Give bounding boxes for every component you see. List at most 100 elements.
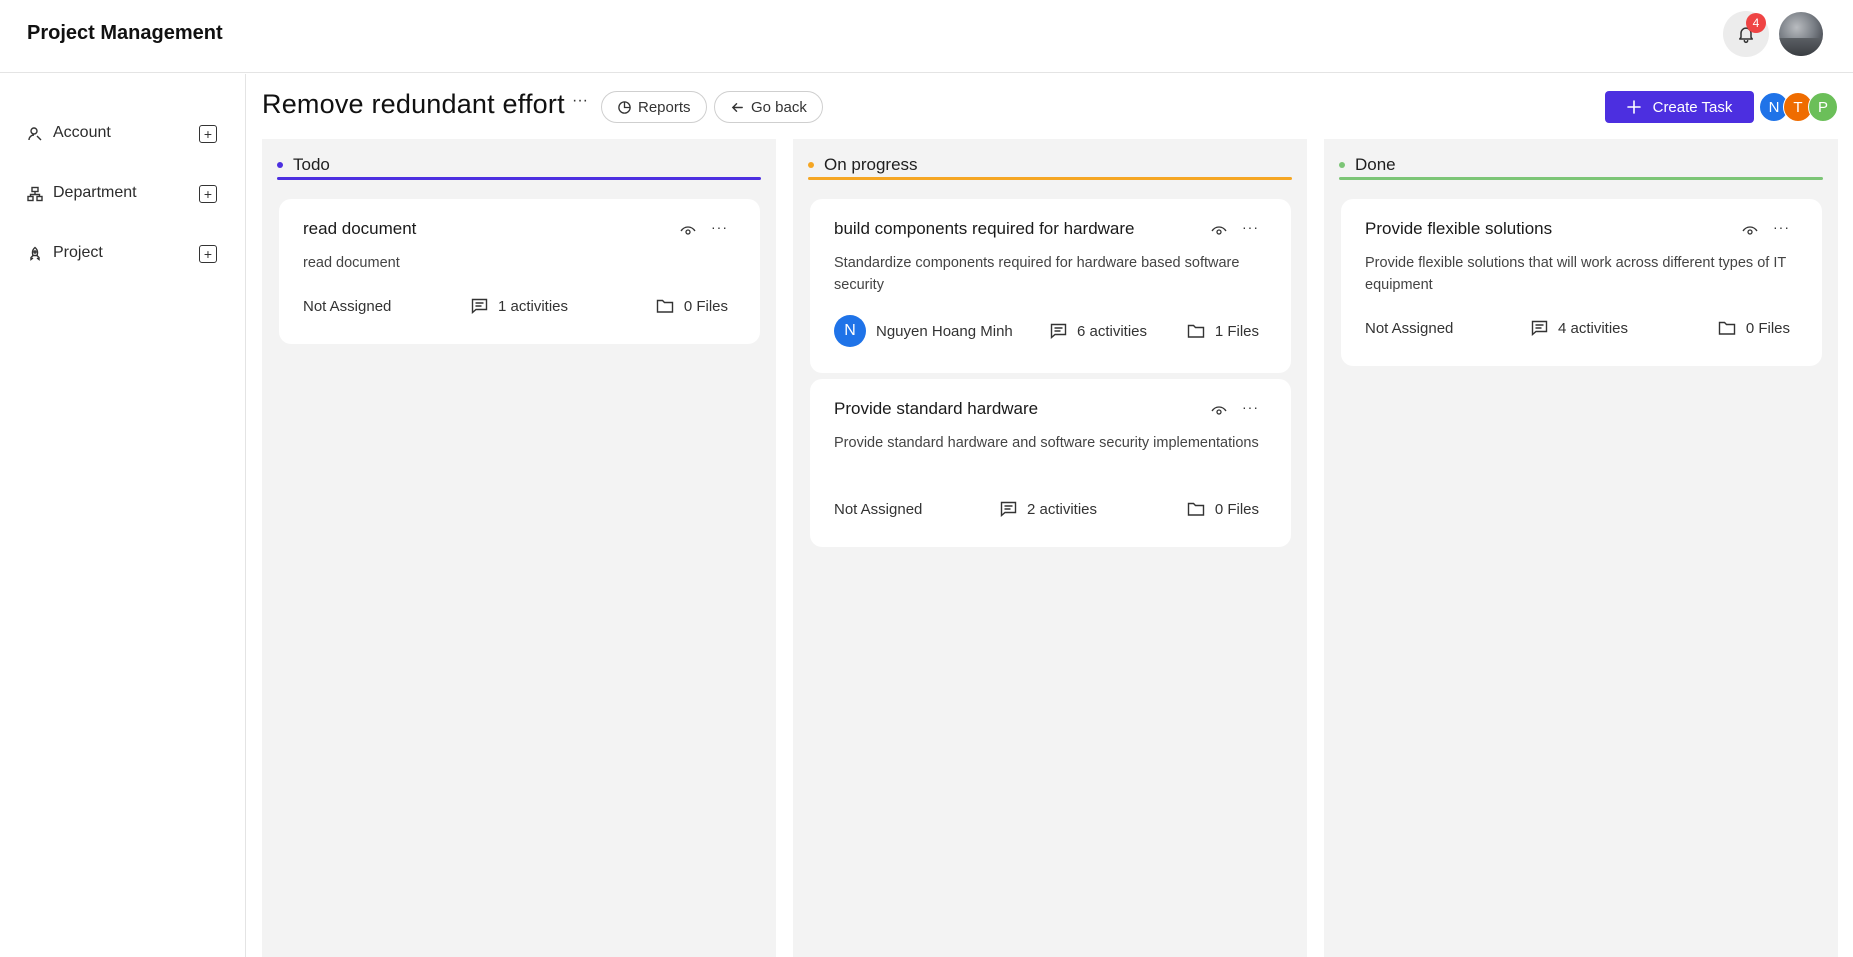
column-on-progress: On progress build components required fo…	[793, 139, 1307, 957]
files[interactable]: 0 Files	[656, 298, 728, 315]
assignee[interactable]: Not Assigned	[834, 501, 922, 518]
top-bar: Project Management 4	[0, 0, 1853, 73]
comment-icon	[1000, 501, 1017, 517]
sidebar-item-project[interactable]: Project +	[0, 234, 246, 274]
column-header: Todo	[277, 153, 330, 177]
folder-icon	[656, 299, 674, 313]
assignee[interactable]: N Nguyen Hoang Minh	[834, 315, 1013, 347]
activities[interactable]: 6 activities	[1050, 323, 1147, 340]
sidebar-item-label: Account	[53, 124, 111, 141]
sidebar-item-label: Project	[53, 244, 103, 261]
page-title: Remove redundant effort	[262, 89, 565, 119]
watch-icon[interactable]	[1211, 225, 1227, 237]
account-icon	[27, 126, 43, 142]
files-count: 1 Files	[1214, 322, 1259, 340]
column-title: On progress	[824, 155, 918, 174]
column-divider	[1339, 177, 1823, 180]
activities-count: 4 activities	[1558, 319, 1629, 337]
watch-icon[interactable]	[1742, 225, 1758, 237]
task-card[interactable]: Provide standard hardware ··· Provide st…	[810, 379, 1291, 547]
app-title: Project Management	[27, 22, 223, 44]
sidebar-item-department[interactable]: Department +	[0, 174, 246, 214]
add-account-button[interactable]: +	[199, 125, 217, 143]
sidebar-item-label: Department	[53, 184, 137, 201]
column-title: Todo	[293, 155, 330, 174]
assignee-name: Not Assigned	[1365, 319, 1454, 337]
task-description: Standardize components required for hard…	[834, 255, 1240, 293]
task-title: Provide standard hardware	[834, 399, 1039, 418]
column-dot	[1339, 162, 1345, 168]
column-dot	[808, 162, 814, 168]
task-footer: Not Assigned 1 activities 0 Files	[303, 294, 728, 318]
activities[interactable]: 1 activities	[471, 298, 568, 315]
task-footer: Not Assigned 2 activities 0 Files	[834, 497, 1259, 521]
comment-icon	[471, 298, 488, 314]
sidebar-item-account[interactable]: Account +	[0, 114, 246, 154]
files[interactable]: 0 Files	[1187, 501, 1259, 518]
column-todo: Todo read document ··· read document Not…	[262, 139, 776, 957]
column-divider	[277, 177, 761, 180]
assignee-name: Not Assigned	[834, 500, 923, 518]
files[interactable]: 0 Files	[1718, 320, 1790, 337]
column-divider	[808, 177, 1292, 180]
task-title: read document	[303, 219, 417, 238]
card-more-button[interactable]: ···	[711, 219, 728, 235]
add-project-button[interactable]: +	[199, 245, 217, 263]
folder-icon	[1187, 324, 1205, 338]
task-description: Provide standard hardware and software s…	[834, 435, 1259, 451]
task-footer: N Nguyen Hoang Minh 6 activities 1 Files	[834, 314, 1259, 348]
task-footer: Not Assigned 4 activities 0 Files	[1365, 316, 1790, 340]
watch-icon[interactable]	[1211, 405, 1227, 417]
go-back-button[interactable]: Go back	[714, 91, 823, 123]
column-done: Done Provide flexible solutions ··· Prov…	[1324, 139, 1838, 957]
folder-icon	[1187, 502, 1205, 516]
task-card[interactable]: build components required for hardware ·…	[810, 199, 1291, 373]
pie-chart-icon	[618, 100, 631, 114]
title-more-button[interactable]: ···	[572, 92, 588, 110]
assignee[interactable]: Not Assigned	[303, 298, 391, 315]
card-more-button[interactable]: ···	[1242, 219, 1259, 235]
comment-icon	[1050, 323, 1067, 339]
folder-icon	[1718, 321, 1736, 335]
create-task-label: Create Task	[1652, 98, 1733, 116]
arrow-left-icon	[731, 102, 743, 112]
assignee-name: Nguyen Hoang Minh	[876, 322, 1013, 340]
files-count: 0 Files	[683, 297, 728, 315]
create-task-button[interactable]: Create Task	[1605, 91, 1754, 123]
column-header: Done	[1339, 153, 1396, 177]
reports-label: Reports	[638, 98, 691, 116]
assignee-name: Not Assigned	[303, 297, 392, 315]
task-title: Provide flexible solutions	[1365, 219, 1553, 238]
activities-count: 1 activities	[498, 297, 569, 315]
user-avatar[interactable]	[1779, 12, 1823, 56]
card-more-button[interactable]: ···	[1773, 219, 1790, 235]
task-description: read document	[303, 255, 400, 271]
activities-count: 6 activities	[1077, 322, 1148, 340]
add-department-button[interactable]: +	[199, 185, 217, 203]
reports-button[interactable]: Reports	[601, 91, 707, 123]
files-count: 0 Files	[1214, 500, 1259, 518]
member-avatar[interactable]: P	[1808, 92, 1838, 122]
column-header: On progress	[808, 153, 918, 177]
column-title: Done	[1355, 155, 1396, 174]
comment-icon	[1531, 320, 1548, 336]
task-card[interactable]: read document ··· read document Not Assi…	[279, 199, 760, 344]
sidebar: Account + Department + Project +	[0, 74, 246, 957]
rocket-icon	[27, 246, 43, 262]
task-title: build components required for hardware	[834, 219, 1135, 238]
assignee-avatar: N	[834, 315, 866, 347]
activities[interactable]: 2 activities	[1000, 501, 1097, 518]
assignee[interactable]: Not Assigned	[1365, 320, 1453, 337]
task-card[interactable]: Provide flexible solutions ··· Provide f…	[1341, 199, 1822, 366]
card-more-button[interactable]: ···	[1242, 399, 1259, 415]
files-count: 0 Files	[1745, 319, 1790, 337]
notification-badge: 4	[1746, 13, 1766, 33]
go-back-label: Go back	[751, 98, 807, 116]
task-description: Provide flexible solutions that will wor…	[1365, 255, 1786, 293]
activities[interactable]: 4 activities	[1531, 320, 1628, 337]
column-dot	[277, 162, 283, 168]
plus-icon	[1626, 100, 1641, 114]
department-icon	[27, 186, 43, 202]
files[interactable]: 1 Files	[1187, 323, 1259, 340]
watch-icon[interactable]	[680, 225, 696, 237]
